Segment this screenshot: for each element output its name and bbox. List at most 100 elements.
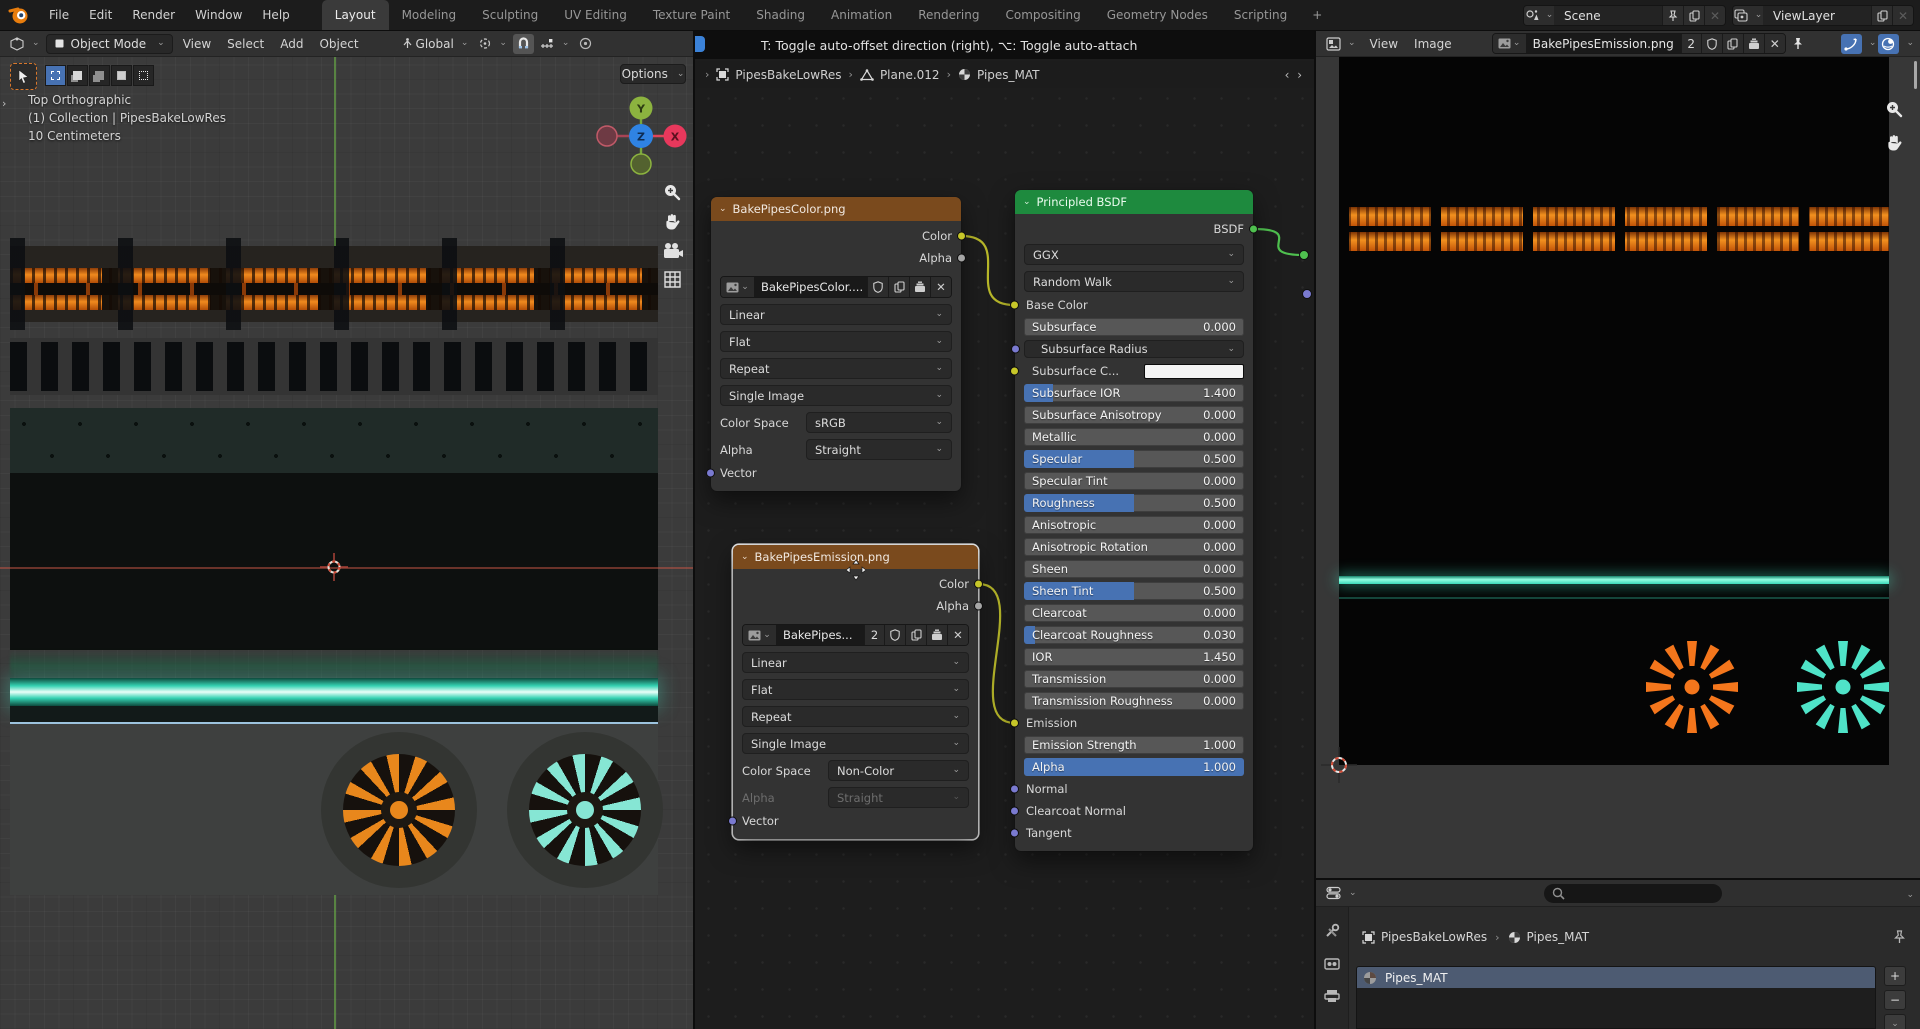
snap-target-selector[interactable]: ⌄	[536, 34, 574, 54]
socket-color[interactable]	[957, 232, 966, 241]
distribution-dropdown[interactable]: GGX⌄	[1024, 244, 1244, 265]
material-slot-row[interactable]: Pipes_MAT	[1357, 967, 1875, 988]
menu-image[interactable]: Image	[1406, 31, 1460, 57]
image-name-field[interactable]: BakePipesEmission.png	[1526, 34, 1681, 53]
tab-geometry-nodes[interactable]: Geometry Nodes	[1094, 0, 1221, 31]
viewlayer-name-field[interactable]: ViewLayer	[1763, 9, 1871, 23]
pivot-point-selector[interactable]: ⌄	[474, 34, 511, 54]
tab-scripting[interactable]: Scripting	[1221, 0, 1300, 31]
breadcrumb-material[interactable]: Pipes_MAT	[1508, 930, 1590, 944]
editor-type-button[interactable]: ⌄	[6, 34, 44, 54]
alpha-mode-dropdown[interactable]: Straight⌄	[828, 787, 969, 808]
bsdf-input-alpha[interactable]: Alpha1.000	[1024, 758, 1244, 776]
color-swatch[interactable]	[1144, 364, 1244, 379]
proportional-editing-toggle[interactable]	[575, 34, 596, 54]
unlink-image-button[interactable]: ✕	[947, 625, 968, 645]
scene-pin-button[interactable]	[1662, 6, 1683, 25]
properties-pin-button[interactable]	[1893, 930, 1906, 944]
bsdf-input-roughness[interactable]: Roughness0.500	[1024, 494, 1244, 512]
editor-type-button[interactable]: ⌄	[1322, 34, 1360, 54]
node-header[interactable]: ⌄ Principled BSDF	[1015, 190, 1253, 214]
menu-object[interactable]: Object	[311, 31, 366, 57]
editor-type-button[interactable]: ⌄	[1322, 883, 1361, 903]
scene-browse-button[interactable]: ⌄	[1524, 6, 1554, 25]
mode-selector[interactable]: Object Mode ⌄	[46, 34, 173, 54]
color-space-dropdown[interactable]: sRGB⌄	[806, 412, 952, 433]
select-mode-invert[interactable]	[111, 65, 132, 86]
overlays-toggle[interactable]	[1878, 34, 1899, 54]
grid-icon[interactable]	[663, 270, 682, 289]
gizmo-negy[interactable]	[631, 154, 651, 174]
new-image-button[interactable]	[1722, 34, 1743, 53]
properties-search-input[interactable]	[1544, 884, 1722, 903]
image-browse-button[interactable]: ⌄	[1493, 34, 1526, 53]
socket-alpha[interactable]	[957, 254, 966, 263]
node-dropdown-repeat[interactable]: Repeat⌄	[720, 358, 952, 379]
node-dropdown-repeat[interactable]: Repeat⌄	[742, 706, 969, 727]
node-bakepipescolor[interactable]: ⌄ BakePipesColor.png Color Alpha ⌄	[711, 197, 961, 491]
breadcrumb-object[interactable]: PipesBakeLowRes	[1362, 930, 1487, 944]
node-dropdown-flat[interactable]: Flat⌄	[720, 331, 952, 352]
viewlayer-delete-button[interactable]: ✕	[1892, 6, 1913, 25]
options-button[interactable]: Options ⌄	[620, 64, 686, 84]
active-tool-tweak-button[interactable]	[10, 63, 37, 90]
socket-surface[interactable]	[1300, 251, 1309, 260]
render-tab-icon[interactable]	[1324, 957, 1340, 971]
node-header[interactable]: ⌄ BakePipesEmission.png	[733, 545, 978, 569]
tab-uv-editing[interactable]: UV Editing	[551, 0, 640, 31]
socket-purple[interactable]	[1010, 807, 1019, 816]
blender-logo-icon[interactable]	[8, 6, 29, 25]
tab-modeling[interactable]: Modeling	[389, 0, 470, 31]
node-dropdown-single-image[interactable]: Single Image⌄	[720, 385, 952, 406]
socket-yellow[interactable]	[1010, 367, 1019, 376]
bsdf-input-subsurface-ior[interactable]: Subsurface IOR1.400	[1024, 384, 1244, 402]
node-header[interactable]: ⌄ BakePipesColor.png	[711, 197, 961, 221]
breadcrumb-material[interactable]: Pipes_MAT	[958, 68, 1040, 82]
tool-tab-icon[interactable]	[1324, 923, 1340, 939]
socket-color[interactable]	[974, 580, 983, 589]
camera-icon[interactable]	[662, 242, 683, 260]
menu-view[interactable]: View	[175, 31, 219, 57]
bsdf-input-subsurface[interactable]: Subsurface0.000	[1024, 318, 1244, 336]
fake-user-button[interactable]	[867, 277, 888, 297]
breadcrumb-mesh[interactable]: Plane.012	[860, 68, 940, 82]
node-dropdown-linear[interactable]: Linear⌄	[742, 652, 969, 673]
menu-edit[interactable]: Edit	[79, 0, 122, 30]
fake-user-button[interactable]	[1701, 34, 1722, 53]
socket-purple[interactable]	[1011, 345, 1020, 354]
bsdf-input-metallic[interactable]: Metallic0.000	[1024, 428, 1244, 446]
socket-bsdf[interactable]	[1249, 225, 1258, 234]
socket-purple[interactable]	[1010, 829, 1019, 838]
users-count-badge[interactable]: 2	[1681, 34, 1701, 53]
bsdf-input-specular-tint[interactable]: Specular Tint0.000	[1024, 472, 1244, 490]
bsdf-input-subsurface-anisotropy[interactable]: Subsurface Anisotropy0.000	[1024, 406, 1244, 424]
collapse-icon[interactable]: ⌄	[1023, 198, 1031, 207]
snap-toggle[interactable]	[513, 34, 534, 54]
shader-editor[interactable]: T: Toggle auto-offset direction (right),…	[695, 31, 1316, 1029]
tab-shading[interactable]: Shading	[743, 0, 818, 31]
image-editor[interactable]: ⌄ ViewImage ⌄ BakePipesEmission.png 2 ✕	[1316, 31, 1920, 880]
color-space-dropdown[interactable]: Non-Color⌄	[828, 760, 969, 781]
fake-user-button[interactable]	[884, 625, 905, 645]
tab-compositing[interactable]: Compositing	[992, 0, 1093, 31]
bsdf-input-transmission[interactable]: Transmission0.000	[1024, 670, 1244, 688]
slot-specials-button[interactable]: ⌄	[1884, 1014, 1906, 1029]
socket-purple[interactable]	[1010, 785, 1019, 794]
sss-method-dropdown[interactable]: Random Walk⌄	[1024, 271, 1244, 292]
scene-delete-button[interactable]: ✕	[1704, 6, 1725, 25]
add-workspace-button[interactable]: +	[1300, 0, 1334, 30]
scene-name-field[interactable]: Scene	[1554, 9, 1662, 23]
scrollbar[interactable]	[1914, 61, 1917, 89]
select-mode-subtract[interactable]	[89, 65, 110, 86]
toolbar-expand-arrow[interactable]: ›	[2, 97, 6, 110]
image-canvas[interactable]	[1316, 57, 1920, 878]
bsdf-input-anisotropic[interactable]: Anisotropic0.000	[1024, 516, 1244, 534]
bsdf-input-clearcoat[interactable]: Clearcoat0.000	[1024, 604, 1244, 622]
users-count-badge[interactable]: 2	[864, 625, 884, 645]
gizmo-toggle[interactable]	[1841, 34, 1862, 54]
node-bakepipesemission[interactable]: ⌄ BakePipesEmission.png Color Alpha	[733, 545, 978, 839]
properties-editor[interactable]: ⌄ ⌄ PipesBakeLowRes › Pipes_MAT	[1316, 880, 1920, 1029]
viewlayer-browse-button[interactable]: ⌄	[1733, 6, 1763, 25]
gizmo-negx[interactable]	[597, 126, 617, 146]
pack-image-button[interactable]	[926, 625, 947, 645]
